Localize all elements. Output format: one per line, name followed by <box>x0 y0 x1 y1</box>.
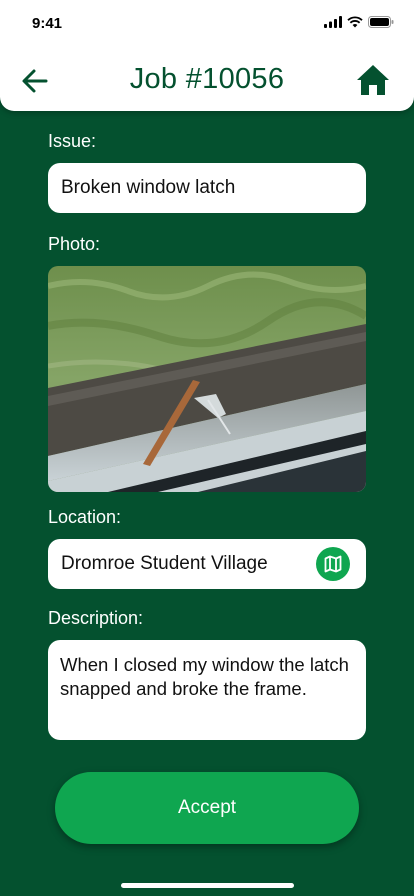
issue-field[interactable]: Broken window latch <box>48 163 366 213</box>
app-header: 9:41 Job #10056 <box>0 0 414 111</box>
battery-icon <box>368 16 394 28</box>
description-label: Description: <box>48 608 144 628</box>
photo-image <box>48 266 366 492</box>
issue-photo[interactable] <box>48 266 366 492</box>
description-field[interactable]: When I closed my window the latch snappe… <box>48 640 366 740</box>
wifi-icon <box>347 16 363 28</box>
accept-label: Accept <box>177 797 237 818</box>
page-title: Job #10056 <box>129 63 285 95</box>
accept-button[interactable]: Accept <box>55 772 359 844</box>
home-button[interactable] <box>356 63 390 97</box>
map-icon <box>324 555 342 573</box>
home-indicator <box>121 883 294 888</box>
issue-value: Broken window latch <box>61 177 236 198</box>
status-time: 9:41 <box>32 15 63 32</box>
location-field[interactable]: Dromroe Student Village <box>48 539 366 589</box>
location-label: Location: <box>48 507 122 527</box>
description-value: When I closed my window the latch snappe… <box>60 654 349 699</box>
home-icon <box>357 65 389 95</box>
photo-label: Photo: <box>48 234 101 254</box>
location-value: Dromroe Student Village <box>61 553 268 574</box>
signal-icon <box>324 16 342 28</box>
issue-label: Issue: <box>48 131 97 151</box>
map-button[interactable] <box>316 547 350 581</box>
status-icons <box>324 16 394 28</box>
